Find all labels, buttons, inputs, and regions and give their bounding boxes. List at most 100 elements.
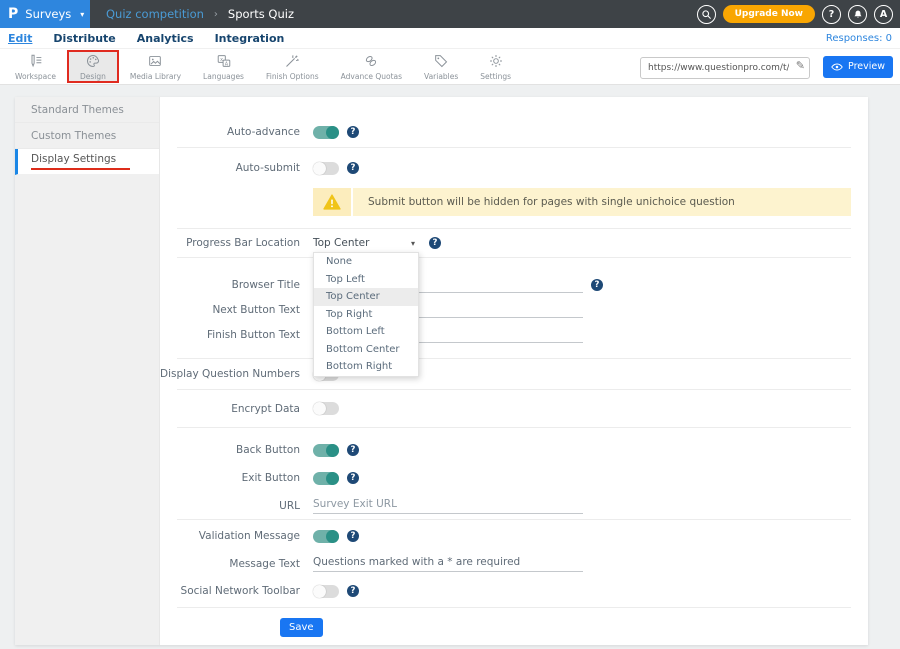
progress-bar-location-dropdown: None Top Left Top Center Top Right Botto… [313,252,419,377]
tab-languages-label: Languages [203,72,244,81]
tab-variables[interactable]: Variables [413,50,469,83]
exit-button-toggle[interactable] [313,472,339,485]
encrypt-data-toggle[interactable] [313,402,339,415]
search-button[interactable] [697,5,716,24]
dropdown-option-top-left[interactable]: Top Left [314,271,418,289]
translate-icon: xA [216,53,232,69]
breadcrumb: Quiz competition › Sports Quiz [106,7,294,21]
breadcrumb-separator-icon: › [214,9,218,20]
warning-triangle-icon [323,194,341,210]
sidebar-item-label: Display Settings [31,153,130,170]
menu-analytics[interactable]: Analytics [137,32,194,45]
display-question-numbers-label: Display Question Numbers [160,368,300,380]
surveys-app-menu[interactable]: P Surveys ▾ [0,0,90,28]
questionpro-logo: P [8,7,18,21]
dropdown-option-top-center[interactable]: Top Center [314,288,418,306]
back-button-help-icon[interactable]: ? [347,444,359,456]
survey-url-input[interactable] [640,57,810,79]
divider [177,607,851,608]
sidebar-item-standard-themes[interactable]: Standard Themes [15,97,159,123]
bell-icon [853,9,863,20]
dropdown-option-top-right[interactable]: Top Right [314,306,418,324]
tab-design-label: Design [80,72,106,81]
responses-count[interactable]: Responses: 0 [826,33,892,44]
finish-button-text-label: Finish Button Text [160,329,300,343]
auto-advance-label: Auto-advance [160,126,300,138]
tab-design[interactable]: Design [67,50,119,83]
upgrade-now-button[interactable]: Upgrade Now [723,5,815,23]
preview-button[interactable]: Preview [823,56,893,78]
validation-message-toggle[interactable] [313,530,339,543]
progress-bar-location-label: Progress Bar Location [160,237,300,249]
tab-settings-label: Settings [480,72,511,81]
social-network-toolbar-label: Social Network Toolbar [160,585,300,597]
magic-wand-icon [284,53,300,69]
tab-advance-quotas[interactable]: Advance Quotas [330,50,413,83]
back-button-toggle[interactable] [313,444,339,457]
auto-advance-help-icon[interactable]: ? [347,126,359,138]
eye-icon [831,63,843,71]
app-menu-label: Surveys [25,7,71,21]
tab-variables-label: Variables [424,72,458,81]
auto-submit-warning: Submit button will be hidden for pages w… [313,188,851,216]
tab-media-library[interactable]: Media Library [119,50,192,83]
sidebar-item-label: Standard Themes [31,104,124,116]
progress-bar-help-icon[interactable]: ? [429,237,441,249]
breadcrumb-parent[interactable]: Quiz competition [106,7,204,21]
menu-integration[interactable]: Integration [215,32,285,45]
message-text-label: Message Text [160,558,300,572]
notifications-button[interactable] [848,5,867,24]
exit-button-help-icon[interactable]: ? [347,472,359,484]
social-network-toolbar-toggle[interactable] [313,585,339,598]
dropdown-option-bottom-right[interactable]: Bottom Right [314,358,418,376]
tab-settings[interactable]: Settings [469,50,522,83]
next-button-text-label: Next Button Text [160,304,300,318]
dropdown-option-bottom-left[interactable]: Bottom Left [314,323,418,341]
sidebar-item-custom-themes[interactable]: Custom Themes [15,123,159,149]
tab-finish-options-label: Finish Options [266,72,319,81]
divider [177,519,851,520]
svg-text:x: x [220,56,223,62]
validation-message-help-icon[interactable]: ? [347,530,359,542]
warning-text: Submit button will be hidden for pages w… [353,196,735,208]
design-sidebar: Standard Themes Custom Themes Display Se… [15,97,160,645]
tab-workspace[interactable]: Workspace [4,50,67,83]
dropdown-option-none[interactable]: None [314,253,418,271]
sidebar-item-display-settings[interactable]: Display Settings [15,149,159,175]
auto-submit-toggle[interactable] [313,162,339,175]
menu-edit[interactable]: Edit [8,32,32,45]
display-settings-form: Auto-advance ? Auto-submit ? Submit butt… [160,97,868,645]
divider [177,147,851,148]
tab-media-library-label: Media Library [130,72,181,81]
dropdown-option-bottom-center[interactable]: Bottom Center [314,341,418,359]
exit-url-input[interactable] [313,498,583,514]
social-network-toolbar-help-icon[interactable]: ? [347,585,359,597]
design-panel: Standard Themes Custom Themes Display Se… [15,97,868,645]
tab-finish-options[interactable]: Finish Options [255,50,330,83]
warning-icon-box [313,188,353,216]
palette-icon [85,53,101,69]
help-button[interactable]: ? [822,5,841,24]
image-icon [147,53,163,69]
save-button[interactable]: Save [280,618,323,637]
tab-languages[interactable]: xA Languages [192,50,255,83]
exit-button-label: Exit Button [160,472,300,484]
auto-submit-label: Auto-submit [160,162,300,174]
sidebar-item-label: Custom Themes [31,130,116,142]
topbar: P Surveys ▾ Quiz competition › Sports Qu… [0,0,900,28]
avatar[interactable]: A [874,5,893,24]
menu-distribute[interactable]: Distribute [53,32,115,45]
menubar: Edit Distribute Analytics Integration Re… [0,28,900,48]
progress-bar-location-value: Top Center [313,237,369,249]
workspace-icon [28,53,44,69]
chevron-down-icon: ▾ [411,239,415,248]
browser-title-label: Browser Title [160,279,300,293]
progress-bar-location-select[interactable]: Top Center ▾ [313,237,415,249]
edit-url-icon[interactable]: ✎ [796,59,805,72]
encrypt-data-label: Encrypt Data [160,403,300,415]
auto-advance-toggle[interactable] [313,126,339,139]
chain-links-icon [363,53,379,69]
auto-submit-help-icon[interactable]: ? [347,162,359,174]
message-text-input[interactable] [313,556,583,572]
browser-title-help-icon[interactable]: ? [591,279,603,291]
